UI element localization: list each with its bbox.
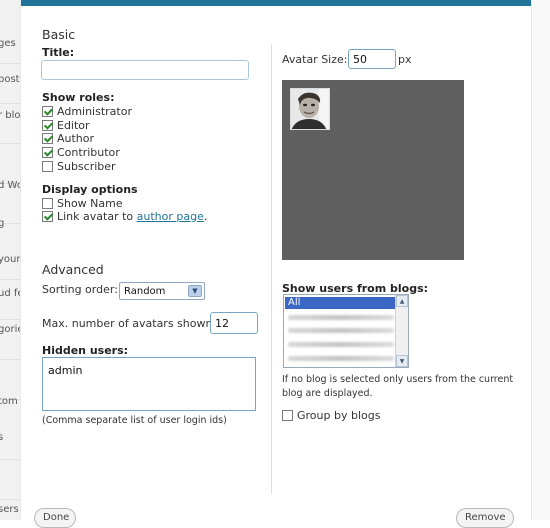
sidebar-item-label: gorie [0, 324, 20, 335]
author-page-link[interactable]: author page [137, 210, 204, 223]
done-button[interactable]: Done [34, 508, 76, 528]
display-options-label: Display options [42, 183, 138, 196]
role-label: Administrator [57, 104, 132, 118]
role-editor-row[interactable]: Editor [42, 118, 90, 132]
sidebar-item[interactable]: tom [0, 380, 20, 420]
sidebar-item-label: d Wo [0, 180, 20, 191]
sidebar-item[interactable]: ges [0, 24, 20, 64]
link-avatar-suffix: . [203, 209, 208, 223]
role-contributor-row[interactable]: Contributor [42, 145, 120, 159]
blog-option-all[interactable]: All [285, 297, 395, 309]
hidden-users-value: admin [48, 364, 83, 377]
role-author-row[interactable]: Author [42, 131, 94, 145]
chevron-down-icon[interactable]: ▼ [188, 285, 202, 297]
sidebar-item[interactable]: ud fe [0, 280, 20, 320]
sidebar-item[interactable]: r blog [0, 104, 20, 144]
group-by-blogs-checkbox[interactable] [282, 409, 293, 421]
role-label: Author [57, 131, 95, 145]
hidden-users-note: (Comma separate list of user login ids) [42, 415, 227, 426]
avatar-size-label: Avatar Size: [282, 53, 348, 66]
sidebar-item[interactable]: your [0, 240, 20, 280]
role-subscriber-row[interactable]: Subscriber [42, 159, 116, 173]
max-avatars-label: Max. number of avatars shown: [42, 317, 217, 330]
role-administrator-row[interactable]: Administrator [42, 104, 132, 118]
hidden-users-textarea[interactable]: admin [42, 357, 256, 411]
role-administrator-checkbox[interactable] [42, 105, 53, 117]
blog-option[interactable] [288, 315, 394, 320]
avatar-photo-icon [291, 89, 329, 129]
blogs-select-list[interactable]: All ▲ ▼ [283, 294, 409, 368]
show-name-row[interactable]: Show Name [42, 196, 123, 210]
sidebar-item[interactable]: g [0, 204, 20, 244]
page-background [532, 0, 550, 520]
sorting-order-select[interactable]: Random ▼ [119, 282, 205, 300]
scroll-down-icon[interactable]: ▼ [396, 355, 408, 367]
max-avatars-input[interactable] [210, 312, 258, 334]
sidebar-item[interactable] [0, 144, 20, 184]
link-avatar-label: Link avatar to author page. [57, 210, 207, 223]
sidebar-item-label: tom [0, 396, 18, 407]
hidden-users-label: Hidden users: [42, 344, 129, 357]
link-avatar-prefix: Link avatar to [57, 209, 134, 223]
sorting-order-label: Sorting order: [42, 283, 118, 296]
avatar-preview-area [282, 80, 464, 260]
role-label: Contributor [57, 145, 120, 159]
sidebar-item-label: r blog [0, 110, 20, 121]
title-label: Title: [42, 46, 75, 59]
sidebar-item[interactable]: gorie [0, 320, 20, 360]
show-name-checkbox[interactable] [42, 197, 53, 209]
avatar-size-input[interactable] [348, 49, 396, 69]
role-label: Subscriber [57, 159, 116, 173]
role-contributor-checkbox[interactable] [42, 146, 53, 158]
blog-option[interactable] [288, 342, 394, 347]
sidebar-item-label: posts [0, 74, 20, 85]
sidebar-item-label: ud fe [0, 288, 20, 299]
sorting-order-value: Random [124, 286, 166, 297]
blog-option[interactable] [288, 328, 394, 333]
link-avatar-row[interactable]: Link avatar to author page. [42, 209, 207, 223]
advanced-section-title: Advanced [42, 262, 104, 277]
blogs-list-scrollbar[interactable]: ▲ ▼ [395, 295, 408, 367]
sidebar-item-label: your [0, 254, 20, 265]
avatar-size-unit: px [398, 53, 412, 66]
show-name-label: Show Name [57, 196, 123, 210]
user-avatar-image [290, 88, 330, 130]
blogs-note-line1: If no blog is selected only users from t… [282, 374, 514, 385]
panel-header-bar [21, 0, 531, 6]
sidebar-item[interactable] [0, 460, 20, 500]
group-by-blogs-row[interactable]: Group by blogs [282, 408, 380, 422]
role-author-checkbox[interactable] [42, 132, 53, 144]
sidebar-item-label: g [0, 218, 5, 229]
sidebar-item[interactable]: posts [0, 64, 20, 104]
sidebar-item-label: sers [0, 504, 19, 515]
sidebar-item[interactable]: s [0, 420, 20, 460]
role-editor-checkbox[interactable] [42, 119, 53, 131]
blog-option[interactable] [288, 356, 394, 361]
sidebar-item-label: s [0, 432, 4, 443]
role-subscriber-checkbox[interactable] [42, 160, 53, 172]
basic-section-title: Basic [42, 27, 76, 42]
remove-button[interactable]: Remove [456, 508, 514, 528]
sidebar-item[interactable]: sers [0, 496, 20, 520]
blogs-note-line2: blog are displayed. [282, 388, 373, 399]
group-by-blogs-label: Group by blogs [297, 408, 381, 422]
column-divider [271, 44, 272, 494]
link-avatar-checkbox[interactable] [42, 210, 53, 222]
show-roles-label: Show roles: [42, 91, 115, 104]
role-label: Editor [57, 118, 90, 132]
scroll-up-icon[interactable]: ▲ [396, 295, 408, 307]
title-input[interactable] [41, 60, 249, 80]
admin-sidebar: ges posts r blog d Wo g your ud fe gorie… [0, 0, 20, 520]
sidebar-item-label: ges [0, 38, 16, 49]
